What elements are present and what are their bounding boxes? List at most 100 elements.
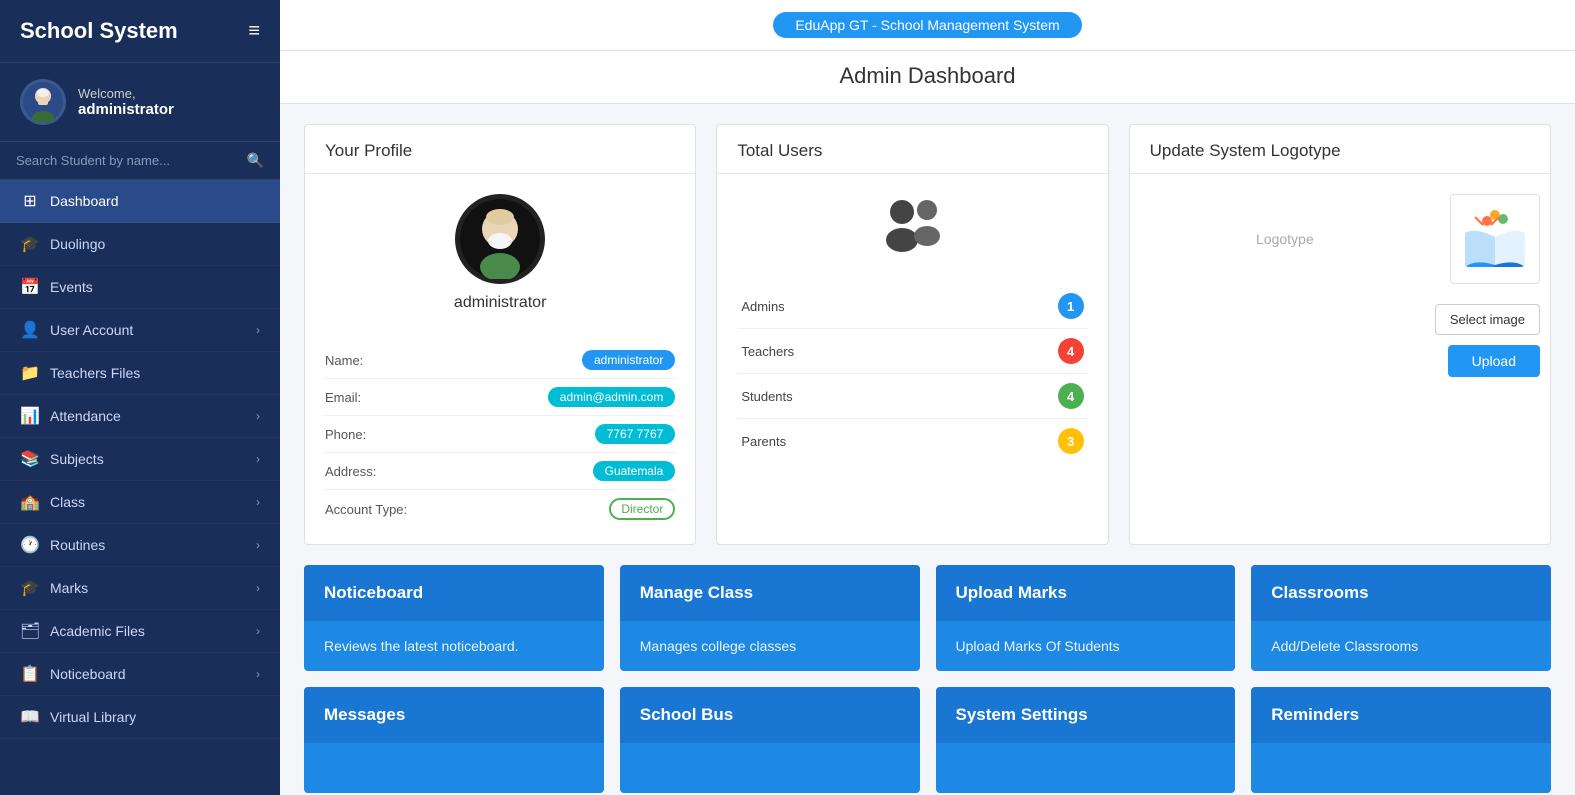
logotype-actions: Select image Upload: [1130, 294, 1550, 393]
tile-school-bus[interactable]: School Bus: [620, 687, 920, 793]
sidebar-item-duolingo[interactable]: 🎓 Duolingo: [0, 223, 280, 266]
profile-username: administrator: [454, 294, 546, 312]
sidebar-item-label: Noticeboard: [50, 666, 126, 682]
sidebar-item-virtual-library[interactable]: 📖 Virtual Library: [0, 696, 280, 739]
routines-icon: 🕐: [20, 535, 40, 555]
logotype-inner: Logotype: [1130, 174, 1550, 294]
profile-label-name: Name:: [325, 353, 363, 368]
chevron-right-icon: ›: [256, 495, 260, 509]
sidebar-item-label: Marks: [50, 580, 88, 596]
topbar: EduApp GT - School Management System: [280, 0, 1575, 51]
sidebar-item-label: Duolingo: [50, 236, 105, 252]
main-content: EduApp GT - School Management System Adm…: [280, 0, 1575, 795]
upload-button[interactable]: Upload: [1448, 345, 1540, 377]
users-row-teachers: Teachers 4: [737, 329, 1087, 374]
tile-classrooms[interactable]: Classrooms Add/Delete Classrooms: [1251, 565, 1551, 671]
users-count-students: 4: [1058, 383, 1084, 409]
users-label-teachers: Teachers: [741, 344, 794, 359]
tile-system-settings-header: System Settings: [936, 687, 1236, 743]
duolingo-icon: 🎓: [20, 234, 40, 254]
sidebar-item-label: Routines: [50, 537, 105, 553]
app-title: School System: [20, 18, 178, 44]
sidebar-nav: ⊞ Dashboard 🎓 Duolingo 📅 Events 👤 User A…: [0, 180, 280, 795]
tile-messages-header: Messages: [304, 687, 604, 743]
profile-value-account-type: Director: [609, 498, 675, 520]
tile-school-bus-header: School Bus: [620, 687, 920, 743]
profile-fields: Name: administrator Email: admin@admin.c…: [305, 326, 695, 544]
profile-row-name: Name: administrator: [325, 342, 675, 379]
logotype-card: Update System Logotype Logotype: [1129, 124, 1551, 545]
sidebar-item-dashboard[interactable]: ⊞ Dashboard: [0, 180, 280, 223]
users-count-parents: 3: [1058, 428, 1084, 454]
noticeboard-icon: 📋: [20, 664, 40, 684]
sidebar-item-label: Events: [50, 279, 93, 295]
logotype-image: [1450, 194, 1540, 284]
chevron-right-icon: ›: [256, 323, 260, 337]
profile-row-phone: Phone: 7767 7767: [325, 416, 675, 453]
profile-label-email: Email:: [325, 390, 361, 405]
sidebar-item-label: Subjects: [50, 451, 104, 467]
welcome-label: Welcome,: [78, 86, 174, 101]
users-icon-section: [717, 174, 1107, 268]
users-count-teachers: 4: [1058, 338, 1084, 364]
total-users-card: Total Users Admins 1 Teachers: [716, 124, 1108, 545]
tile-upload-marks[interactable]: Upload Marks Upload Marks Of Students: [936, 565, 1236, 671]
logotype-svg: [1455, 199, 1535, 279]
sidebar-item-attendance[interactable]: 📊 Attendance ›: [0, 395, 280, 438]
search-input[interactable]: [16, 153, 247, 168]
sidebar-username: administrator: [78, 101, 174, 118]
tile-system-settings[interactable]: System Settings: [936, 687, 1236, 793]
sidebar-item-academic-files[interactable]: 🗂 Academic Files ›: [0, 610, 280, 653]
tile-manage-class-header: Manage Class: [620, 565, 920, 621]
select-image-button[interactable]: Select image: [1435, 304, 1540, 335]
chevron-right-icon: ›: [256, 624, 260, 638]
logotype-card-title: Update System Logotype: [1130, 125, 1550, 174]
page-title: Admin Dashboard: [310, 63, 1545, 89]
sidebar-item-label: User Account: [50, 322, 133, 338]
virtual-library-icon: 📖: [20, 707, 40, 727]
tile-messages-body: [304, 743, 604, 793]
sidebar-item-subjects[interactable]: 📚 Subjects ›: [0, 438, 280, 481]
users-row-admins: Admins 1: [737, 284, 1087, 329]
search-icon: 🔍: [247, 152, 264, 169]
profile-value-phone: 7767 7767: [595, 424, 676, 444]
sidebar-item-label: Class: [50, 494, 85, 510]
users-row-parents: Parents 3: [737, 419, 1087, 463]
profile-table: Name: administrator Email: admin@admin.c…: [325, 342, 675, 528]
sidebar-search-bar[interactable]: 🔍: [0, 142, 280, 180]
profile-avatar-section: administrator: [305, 174, 695, 326]
users-label-parents: Parents: [741, 434, 786, 449]
sidebar-item-teachers-files[interactable]: 📁 Teachers Files: [0, 352, 280, 395]
sidebar-item-events[interactable]: 📅 Events: [0, 266, 280, 309]
hamburger-icon[interactable]: ≡: [248, 20, 260, 43]
tile-manage-class-body: Manages college classes: [620, 621, 920, 671]
academic-files-icon: 🗂: [20, 621, 40, 641]
app-badge: EduApp GT - School Management System: [773, 12, 1081, 38]
tile-manage-class[interactable]: Manage Class Manages college classes: [620, 565, 920, 671]
tile-school-bus-body: [620, 743, 920, 793]
sidebar-item-user-account[interactable]: 👤 User Account ›: [0, 309, 280, 352]
tile-reminders-body: [1251, 743, 1551, 793]
tile-messages[interactable]: Messages: [304, 687, 604, 793]
sidebar-item-noticeboard[interactable]: 📋 Noticeboard ›: [0, 653, 280, 696]
tile-noticeboard[interactable]: Noticeboard Reviews the latest noticeboa…: [304, 565, 604, 671]
profile-row-address: Address: Guatemala: [325, 453, 675, 490]
dashboard-content: Your Profile: [280, 104, 1575, 795]
sidebar-header: School System ≡: [0, 0, 280, 63]
profile-value-address: Guatemala: [593, 461, 676, 481]
attendance-icon: 📊: [20, 406, 40, 426]
avatar: [20, 79, 66, 125]
tile-classrooms-header: Classrooms: [1251, 565, 1551, 621]
sidebar-user-section: Welcome, administrator: [0, 63, 280, 142]
profile-row-account-type: Account Type: Director: [325, 490, 675, 528]
profile-value-name: administrator: [582, 350, 675, 370]
sidebar-item-routines[interactable]: 🕐 Routines ›: [0, 524, 280, 567]
sidebar-item-marks[interactable]: 🎓 Marks ›: [0, 567, 280, 610]
sidebar-item-class[interactable]: 🏫 Class ›: [0, 481, 280, 524]
chevron-right-icon: ›: [256, 538, 260, 552]
users-list: Admins 1 Teachers 4 Students 4 Parents 3: [717, 268, 1107, 479]
chevron-right-icon: ›: [256, 581, 260, 595]
events-icon: 📅: [20, 277, 40, 297]
users-label-admins: Admins: [741, 299, 784, 314]
tile-reminders[interactable]: Reminders: [1251, 687, 1551, 793]
